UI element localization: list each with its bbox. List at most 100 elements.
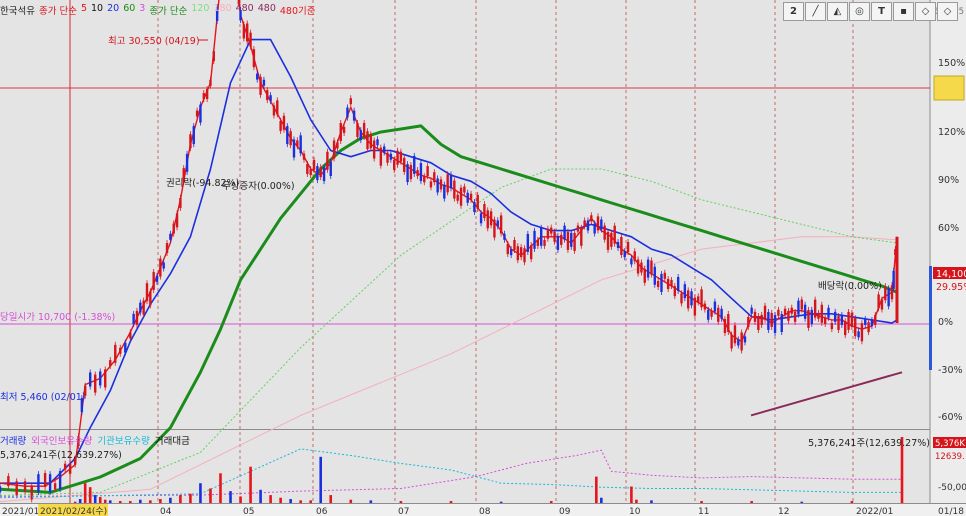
candle-body (623, 251, 626, 258)
volume-right-value: 5,376,241주(12,639.27%) (808, 438, 930, 449)
candle-body (119, 347, 122, 354)
toolbar-button-4[interactable]: T (871, 2, 892, 21)
volume-bar (239, 496, 242, 503)
candle-body (713, 301, 717, 312)
candle-body (476, 194, 479, 209)
candle-body (286, 126, 289, 145)
candle-body (199, 104, 202, 123)
candle-body (787, 310, 790, 321)
rights2-annotation: 무상증자(0.00%) (222, 181, 295, 192)
candle-body (823, 317, 827, 324)
candle-body (496, 220, 499, 227)
toolbar-button-6[interactable]: ◇ (915, 2, 936, 21)
volume-legend-items: 거래량 외국인보유수량 기관보유수량 거래대금 (0, 433, 190, 447)
candle-body (810, 309, 813, 324)
candle-body (573, 232, 576, 251)
toolbar-button-7[interactable]: ◇ (937, 2, 958, 21)
candle-body (372, 140, 376, 159)
candle-body (336, 142, 339, 149)
x-tick-label: 04 (160, 507, 172, 516)
volume-bar (630, 486, 633, 503)
x-tick-label: 05 (243, 507, 254, 516)
candle-body (513, 239, 516, 250)
candle-body (149, 291, 152, 306)
candle-body (456, 194, 459, 201)
candle-body (884, 286, 887, 301)
x-tick-label: 07 (398, 507, 409, 516)
candle-body (329, 162, 332, 176)
candle-body (302, 153, 306, 160)
candle-body (326, 151, 329, 170)
candle-body (593, 223, 596, 234)
candle-body (386, 152, 389, 163)
candle-body (453, 180, 456, 199)
candle-body (359, 130, 362, 141)
toolbar-button-0[interactable]: 2 (783, 2, 804, 21)
candle-body (877, 294, 880, 309)
candle-body (129, 332, 132, 339)
candle-body (813, 299, 817, 318)
candle-body (850, 312, 854, 327)
candle-body (356, 122, 359, 137)
candle-body (580, 227, 583, 246)
toolbar-button-3[interactable]: ◎ (849, 2, 870, 21)
candle-body (710, 310, 713, 317)
candle-body (152, 271, 155, 290)
candle-body (757, 316, 760, 330)
volume-legend-item-3: 거래대금 (154, 436, 190, 447)
candle-body (443, 184, 446, 199)
candle-body (185, 153, 189, 172)
x-tick-label: 01/18 (938, 507, 964, 516)
current-price-label: 14,100 (936, 269, 966, 280)
volume-bar (98, 497, 102, 503)
candle-body (646, 259, 650, 278)
candle-body (23, 481, 27, 492)
candle-body (58, 471, 62, 490)
current-change-label: 29.95% (936, 282, 966, 293)
candle-body (423, 176, 426, 183)
candle-body (777, 309, 780, 316)
volume-bar (249, 466, 252, 503)
volume-bar (118, 501, 122, 503)
volume-bar (800, 501, 804, 503)
candle-body (837, 316, 840, 330)
candle-body (299, 135, 302, 154)
candle-body (653, 266, 656, 285)
price-legend: 한국석유 종가 단순 5 10 20 60 3 종가 단순 120 180 480 480 48… (0, 3, 316, 17)
toolbar-button-5[interactable]: ▪ (893, 2, 914, 21)
candle-body (763, 305, 767, 320)
candle-body (844, 321, 847, 336)
stock-chart-window: 150%120%90%60%30%0%-30%-60%%-33.514,1002… (0, 0, 966, 516)
candle-body (833, 311, 837, 322)
candle-body (493, 219, 496, 238)
toolbar-button-1[interactable]: ╱ (805, 2, 826, 21)
candle-body (165, 243, 169, 254)
candle-body (312, 159, 316, 170)
candle-body (114, 344, 117, 363)
ma-period-0: 5 (80, 3, 87, 14)
candle-body (189, 134, 192, 149)
candle-body (643, 268, 646, 283)
candle-body (596, 216, 600, 231)
candle-body (783, 308, 787, 315)
candle-body (733, 325, 737, 344)
volume-legend: 거래량 외국인보유수량 기관보유수량 거래대금 (0, 433, 190, 447)
candle-body (94, 374, 97, 393)
candle-body (827, 307, 830, 318)
volume-bar (199, 483, 202, 503)
candle-body (867, 322, 870, 333)
candle-body (536, 239, 540, 246)
volume-bar (399, 501, 403, 503)
candle-body (830, 323, 834, 330)
candle-body (760, 314, 763, 325)
toolbar-button-2[interactable]: ◭ (827, 2, 848, 21)
x-tick-label: 08 (479, 507, 491, 516)
candle-body (209, 79, 212, 86)
candle-body (259, 76, 262, 95)
candle-body (803, 304, 807, 319)
candle-body (697, 296, 700, 303)
candle-body (37, 474, 40, 493)
volume-bar (93, 495, 97, 503)
candle-body (292, 139, 296, 158)
candle-body (553, 231, 556, 242)
